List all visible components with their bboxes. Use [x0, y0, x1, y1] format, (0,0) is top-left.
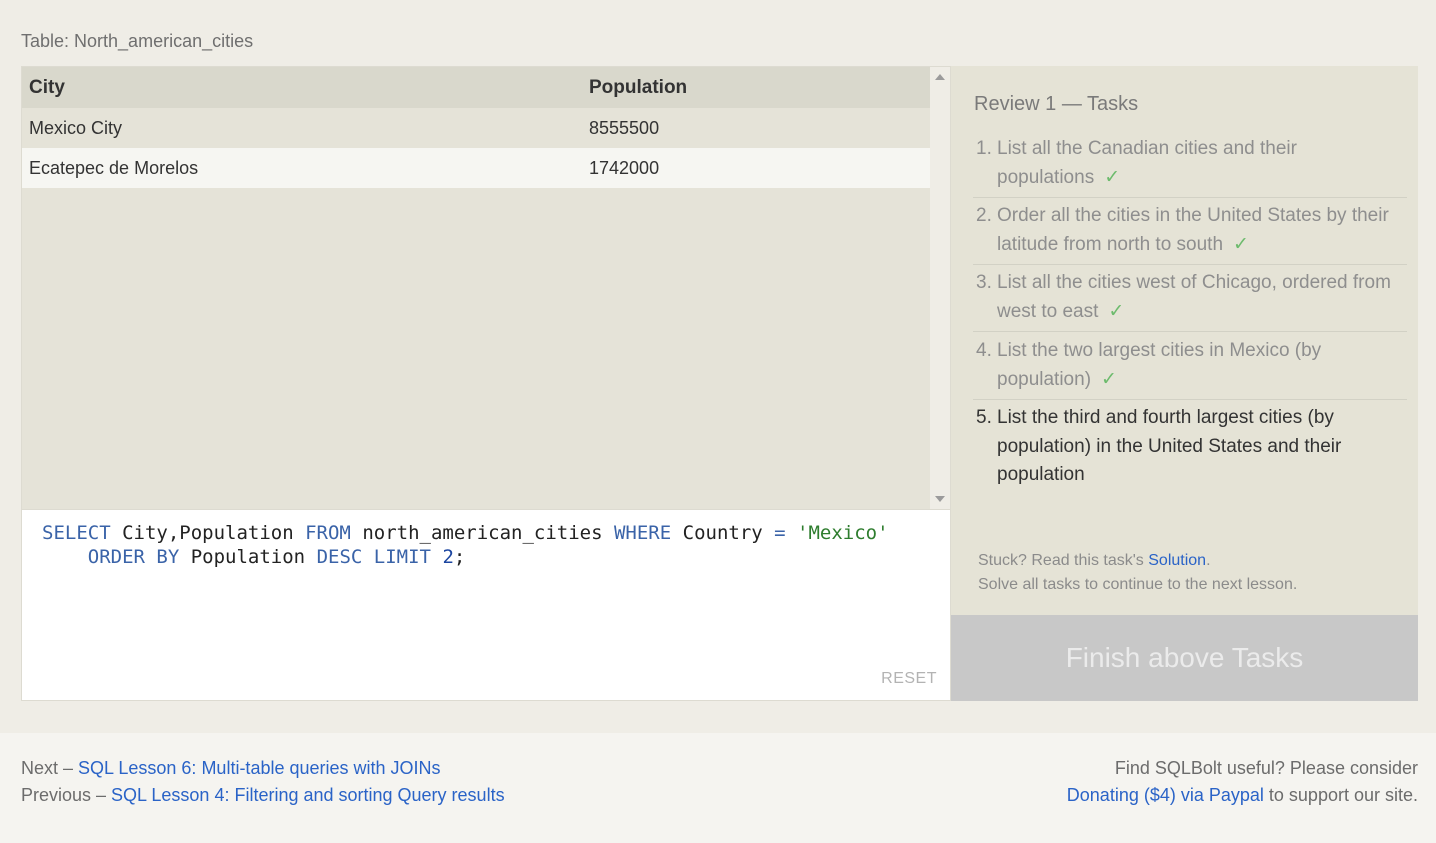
task-text: List all the cities west of Chicago, ord… — [997, 272, 1391, 322]
tasks-title: Review 1 — Tasks — [974, 93, 1139, 115]
stuck-prefix: Stuck? Read this task's — [978, 552, 1149, 569]
cell-population: 1742000 — [589, 158, 660, 178]
keyword-from: FROM — [305, 522, 351, 544]
scroll-down-arrow-icon[interactable] — [935, 496, 945, 502]
footer: Next – SQL Lesson 6: Multi-table queries… — [0, 733, 1436, 843]
table-caption: Table: North_american_cities — [21, 31, 254, 51]
scroll-up-arrow-icon[interactable] — [935, 74, 945, 80]
keyword-where: WHERE — [613, 522, 672, 544]
reset-button[interactable]: RESET — [881, 670, 937, 688]
task-text: List all the Canadian cities and their p… — [997, 138, 1297, 188]
lesson-navigation: Next – SQL Lesson 6: Multi-table queries… — [21, 755, 505, 809]
task-number: 1. — [976, 138, 992, 159]
code-table: north_american_cities — [350, 522, 614, 544]
tasks-panel: Review 1 — Tasks 1. List all the Canadia… — [951, 66, 1418, 615]
task-number: 5. — [976, 407, 992, 428]
check-icon: ✓ — [1233, 233, 1249, 255]
table-row: Ecatepec de Morelos 1742000 — [22, 148, 930, 188]
cell-population: 8555500 — [589, 118, 660, 138]
table-row: Mexico City 8555500 — [22, 108, 930, 148]
code-number: 2 — [442, 546, 454, 568]
keyword-select: SELECT — [42, 522, 111, 544]
donate-suffix: to support our site. — [1263, 785, 1418, 805]
task-item-5: 5. List the third and fourth largest cit… — [973, 404, 1407, 495]
task-text: Order all the cities in the United State… — [997, 205, 1389, 255]
task-item-4: 4. List the two largest cities in Mexico… — [973, 337, 1407, 400]
task-number: 2. — [976, 205, 992, 226]
next-lesson-link[interactable]: SQL Lesson 6: Multi-table queries with J… — [78, 758, 441, 778]
code-order-column: Population — [179, 546, 317, 568]
exercise-area: Table: North_american_cities City Popula… — [0, 0, 1436, 733]
cell-city: Ecatepec de Morelos — [29, 158, 199, 178]
check-icon: ✓ — [1101, 368, 1117, 390]
code-condition: Country — [671, 522, 775, 544]
task-number: 3. — [976, 272, 992, 293]
query-results: City Population Mexico City 8555500 Ecat… — [21, 66, 951, 510]
code-line-2: ORDER BY Population DESC LIMIT 2; — [42, 546, 466, 568]
column-header-city: City — [29, 77, 65, 98]
keyword-desc: DESC — [316, 546, 363, 568]
previous-prefix: Previous – — [21, 785, 112, 805]
finish-tasks-button[interactable]: Finish above Tasks — [951, 615, 1418, 701]
keyword-limit: LIMIT — [373, 546, 431, 568]
solution-link[interactable]: Solution — [1148, 552, 1206, 569]
keyword-order-by: ORDER BY — [87, 546, 180, 568]
previous-lesson-link[interactable]: SQL Lesson 4: Filtering and sorting Quer… — [111, 785, 505, 805]
solve-all-text: Solve all tasks to continue to the next … — [978, 576, 1298, 593]
task-item-1: 1. List all the Canadian cities and thei… — [973, 135, 1407, 198]
code-line-1: SELECT City,Population FROM north_americ… — [42, 522, 889, 544]
code-columns: City,Population — [110, 522, 306, 544]
task-text: List the third and fourth largest cities… — [997, 407, 1342, 485]
task-item-2: 2. Order all the cities in the United St… — [973, 202, 1407, 265]
next-prefix: Next – — [21, 758, 79, 778]
task-text: List the two largest cities in Mexico (b… — [997, 340, 1322, 390]
check-icon: ✓ — [1108, 300, 1125, 322]
results-table: City Population Mexico City 8555500 Ecat… — [22, 67, 930, 509]
code-string: 'Mexico' — [797, 522, 889, 544]
check-icon: ✓ — [1104, 166, 1121, 188]
column-header-population: Population — [589, 77, 688, 98]
results-header: City Population — [22, 67, 930, 108]
donation-note: Find SQLBolt useful? Please consider Don… — [1067, 755, 1418, 809]
task-item-3: 3. List all the cities west of Chicago, … — [973, 269, 1407, 332]
help-text: Stuck? Read this task's Solution. Solve … — [978, 549, 1297, 597]
results-scrollbar[interactable] — [930, 67, 950, 509]
code-operator: = — [774, 522, 786, 544]
code-semicolon: ; — [453, 546, 466, 568]
stuck-suffix: . — [1206, 552, 1211, 569]
task-number: 4. — [976, 340, 992, 361]
sql-editor[interactable]: SELECT City,Population FROM north_americ… — [21, 510, 951, 701]
cell-city: Mexico City — [29, 118, 123, 138]
donate-line: Find SQLBolt useful? Please consider — [1114, 758, 1418, 778]
donate-link[interactable]: Donating ($4) via Paypal — [1067, 785, 1264, 805]
